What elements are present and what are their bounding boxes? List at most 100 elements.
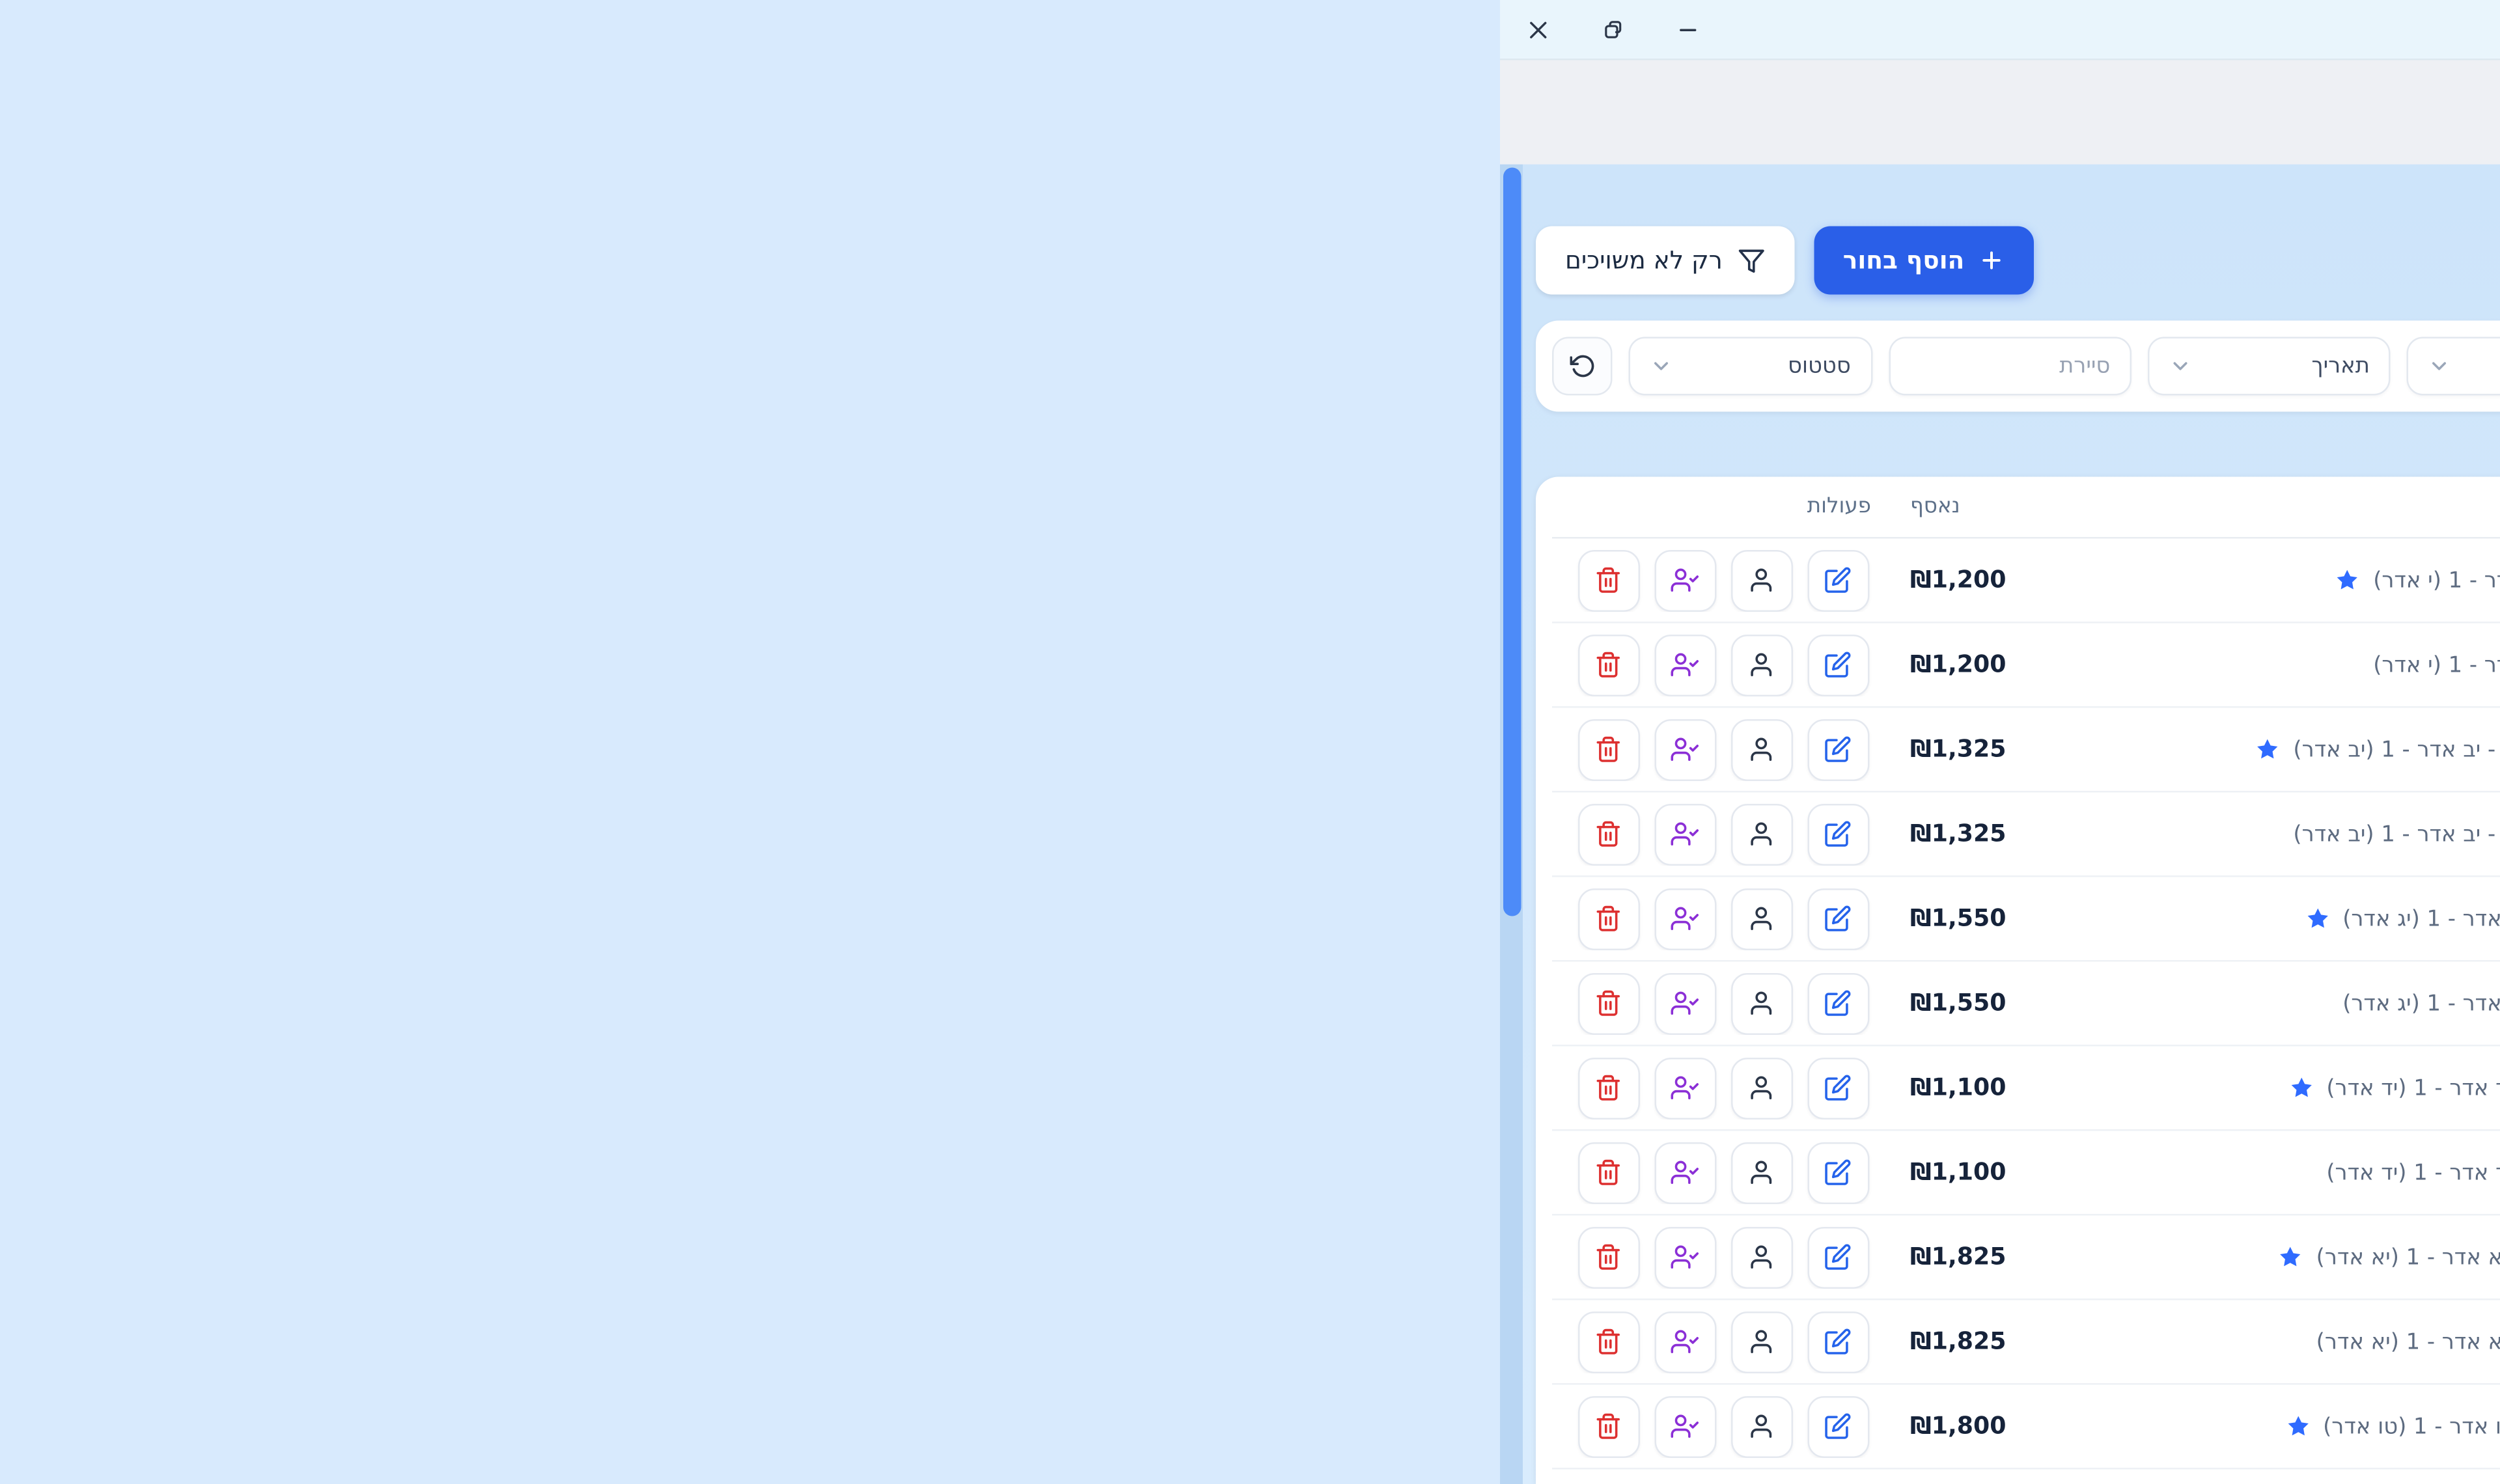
filter-status-select[interactable]: סטטוס (1629, 337, 1872, 396)
minimize-window-icon[interactable] (1676, 17, 1701, 42)
trash-icon (1594, 652, 1622, 680)
profile-button[interactable] (1730, 1396, 1792, 1458)
edit-button[interactable] (1807, 1227, 1868, 1289)
assign-button[interactable] (1654, 888, 1715, 950)
assign-button[interactable] (1654, 1227, 1715, 1289)
edit-button[interactable] (1807, 635, 1868, 696)
cell-actions (1552, 804, 1894, 866)
profile-button[interactable] (1730, 1312, 1792, 1373)
assign-button[interactable] (1654, 719, 1715, 781)
column-header-collected[interactable]: נאסף (1894, 495, 2040, 520)
assign-button[interactable] (1654, 1312, 1715, 1373)
filter-vaad-select[interactable]: ועד (2407, 337, 2500, 396)
assign-button[interactable] (1654, 1396, 1715, 1458)
filter-sayeret-input[interactable]: סיירת (1888, 337, 2132, 396)
edit-button[interactable] (1807, 550, 1868, 612)
user-icon (1747, 821, 1775, 849)
star-icon (2305, 907, 2330, 931)
profile-button[interactable] (1730, 635, 1792, 696)
star-icon (2336, 568, 2361, 593)
delete-button[interactable] (1577, 719, 1639, 781)
edit-icon (1824, 1159, 1852, 1187)
close-window-icon[interactable] (1526, 17, 1551, 42)
delete-button[interactable] (1577, 888, 1639, 950)
delete-button[interactable] (1577, 1058, 1639, 1120)
star-icon (2289, 1076, 2314, 1101)
main-content: ניהול בחורים סה"כ 20 בחורים • 0 לא משויכ… (1500, 165, 2500, 1484)
edit-button[interactable] (1807, 719, 1868, 781)
titlebar: ת״ת ORGANIZER ת"ת Organizer PRO מחובר (1500, 0, 2500, 61)
scrollbar-track (1500, 165, 1523, 1484)
chevron-down-icon (1650, 355, 1673, 378)
assign-button[interactable] (1654, 973, 1715, 1035)
edit-button[interactable] (1807, 1142, 1868, 1204)
unassigned-filter-button[interactable]: רק לא משויכים (1536, 227, 1794, 295)
cell-collected: ₪1,825 (1894, 1329, 2040, 1355)
reset-filters-button[interactable] (1552, 337, 1613, 396)
app-window: ת״ת ORGANIZER ת"ת Organizer PRO מחובר תו… (1500, 0, 2500, 1484)
cell-collected: ₪1,100 (1894, 1160, 2040, 1186)
table-row: שלום בן דוד 0541000001 חולון, בן גוריון … (1552, 708, 2500, 793)
user-icon (1747, 1413, 1775, 1441)
scrollbar-thumb[interactable] (1503, 168, 1521, 916)
profile-button[interactable] (1730, 550, 1792, 612)
add-bachur-button-label: הוסף בחור (1843, 246, 1965, 275)
cell-collected: ₪1,325 (1894, 737, 2040, 763)
table-row: יעקב זילבר 0501000007 תל אביב, דיזנגוף 1… (1552, 1385, 2500, 1470)
table-row: אהרן דרעי 0501000003 רמת גן, ז'בוטינסקי … (1552, 1300, 2500, 1385)
delete-button[interactable] (1577, 1142, 1639, 1204)
user-icon (1747, 1328, 1775, 1356)
edit-button[interactable] (1807, 1396, 1868, 1458)
delete-button[interactable] (1577, 804, 1639, 866)
page-header: ניהול בחורים סה"כ 20 בחורים • 0 לא משויכ… (1536, 204, 2500, 295)
trash-icon (1594, 567, 1622, 595)
delete-button[interactable] (1577, 1227, 1639, 1289)
trash-icon (1594, 1328, 1622, 1356)
edit-button[interactable] (1807, 973, 1868, 1035)
edit-button[interactable] (1807, 804, 1868, 866)
edit-button[interactable] (1807, 1312, 1868, 1373)
table-row: ברוך דהן 0501000010 בני ברק, ירושלים 10 … (1552, 1216, 2500, 1300)
delete-button[interactable] (1577, 550, 1639, 612)
cell-actions (1552, 550, 1894, 612)
edit-icon (1824, 821, 1852, 849)
column-header-sayeret[interactable]: סיירת (2040, 495, 2500, 520)
profile-button[interactable] (1730, 1142, 1792, 1204)
trash-icon (1594, 1413, 1622, 1441)
assign-button[interactable] (1654, 550, 1715, 612)
delete-button[interactable] (1577, 1312, 1639, 1373)
unassigned-filter-button-label: רק לא משויכים (1565, 246, 1723, 275)
assign-button[interactable] (1654, 1058, 1715, 1120)
cell-collected: ₪1,200 (1894, 652, 2040, 678)
user-check-icon (1671, 905, 1699, 933)
assign-button[interactable] (1654, 804, 1715, 866)
cell-actions (1552, 635, 1894, 696)
delete-button[interactable] (1577, 1396, 1639, 1458)
profile-button[interactable] (1730, 804, 1792, 866)
delete-button[interactable] (1577, 635, 1639, 696)
assign-button[interactable] (1654, 1142, 1715, 1204)
profile-button[interactable] (1730, 1227, 1792, 1289)
table-header-row: שם פרטי שם משפחה טלפון כתובת ועד סיירת נ… (1552, 477, 2500, 539)
delete-button[interactable] (1577, 973, 1639, 1035)
restore-window-icon[interactable] (1601, 17, 1626, 42)
add-bachur-button[interactable]: הוסף בחור (1814, 227, 2035, 295)
trash-icon (1594, 736, 1622, 764)
edit-button[interactable] (1807, 888, 1868, 950)
profile-button[interactable] (1730, 719, 1792, 781)
bachurim-table: שם פרטי שם משפחה טלפון כתובת ועד סיירת נ… (1536, 477, 2500, 1484)
profile-button[interactable] (1730, 1058, 1792, 1120)
tab-bar: תורמים 100 בחורים 20 סיירות 10 סטטיסטיקו… (1500, 61, 2500, 165)
profile-button[interactable] (1730, 888, 1792, 950)
filter-date-select[interactable]: תאריך (2148, 337, 2391, 396)
reset-icon (1569, 353, 1595, 379)
edit-button[interactable] (1807, 1058, 1868, 1120)
cell-collected: ₪1,550 (1894, 906, 2040, 932)
star-icon (2286, 1414, 2311, 1439)
cell-sayeret: רמת גן - יג אדר - 1 (יג אדר) (2040, 991, 2500, 1017)
profile-button[interactable] (1730, 973, 1792, 1035)
trash-icon (1594, 821, 1622, 849)
user-check-icon (1671, 652, 1699, 680)
cell-sayeret: בני ברק - יד אדר - 1 (יד אדר) (2040, 1160, 2500, 1186)
assign-button[interactable] (1654, 635, 1715, 696)
